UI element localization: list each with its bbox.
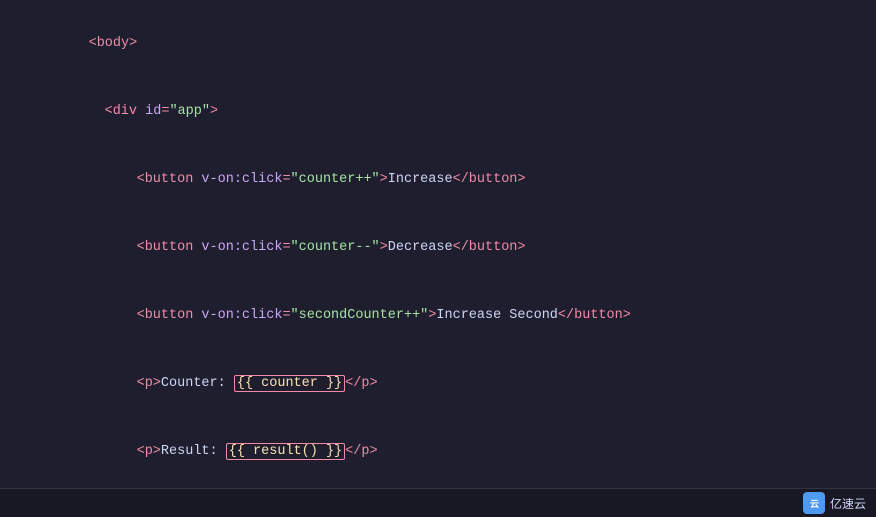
- code-line: <body>: [0, 10, 876, 78]
- code-line: <p>Counter: {{ counter }}</p>: [0, 350, 876, 418]
- code-line: <div id="app">: [0, 78, 876, 146]
- footer-bar: 云 亿速云: [0, 488, 876, 517]
- code-line: <button v-on:click="counter++">Increase<…: [0, 146, 876, 214]
- code-line: [0, 486, 876, 488]
- svg-text:云: 云: [810, 499, 819, 509]
- logo-text: 亿速云: [830, 495, 866, 512]
- code-line: <button v-on:click="secondCounter++">Inc…: [0, 282, 876, 350]
- code-line: <button v-on:click="counter--">Decrease<…: [0, 214, 876, 282]
- logo-icon: 云: [803, 492, 825, 514]
- code-editor: <body> <div id="app"> <button v-on:click…: [0, 0, 876, 488]
- code-line: <p>Result: {{ result() }}</p>: [0, 418, 876, 486]
- footer-logo: 云 亿速云: [803, 492, 866, 514]
